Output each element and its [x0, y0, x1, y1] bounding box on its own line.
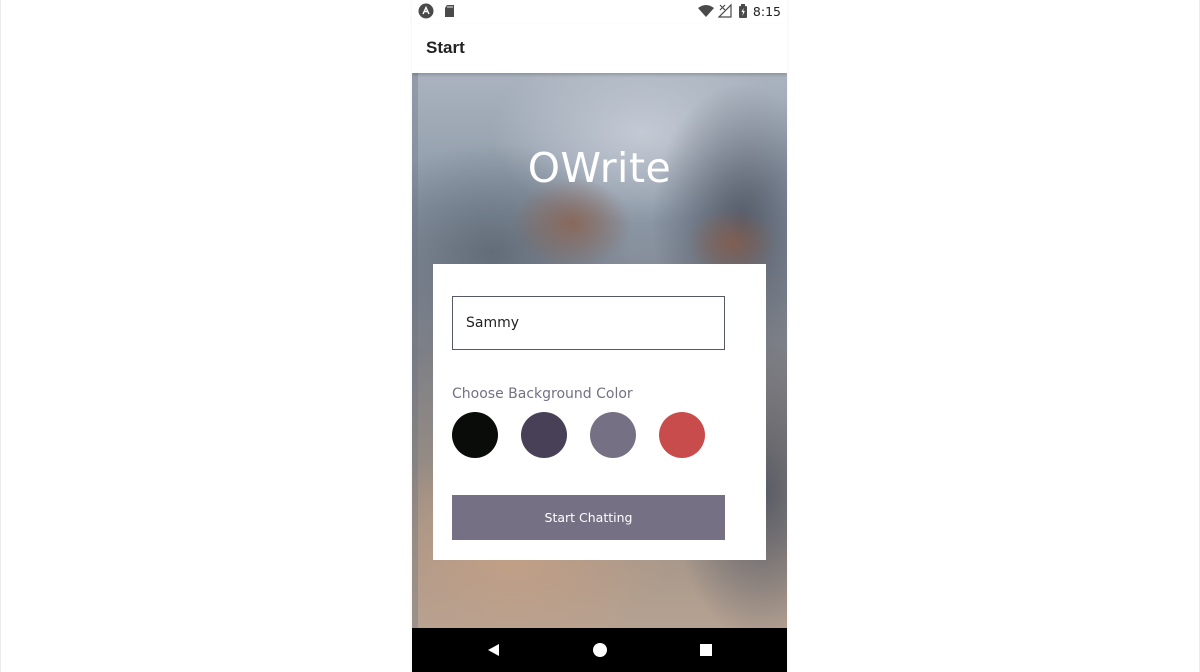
- app-notification-icon: [418, 3, 434, 19]
- status-time: 8:15: [752, 4, 781, 19]
- navigation-bar: [412, 628, 787, 672]
- screen: 8:15 Start OWrite Sammy Choose Backgroun…: [0, 0, 1200, 672]
- color-swatch-red[interactable]: [659, 412, 705, 458]
- color-swatch-gray[interactable]: [590, 412, 636, 458]
- battery-charging-icon: [738, 3, 748, 19]
- start-chatting-button[interactable]: Start Chatting: [452, 495, 725, 540]
- phone-frame: 8:15 Start OWrite Sammy Choose Backgroun…: [412, 0, 787, 672]
- recents-button[interactable]: [676, 628, 736, 672]
- wifi-icon: [697, 3, 715, 19]
- sd-card-icon: [442, 3, 458, 19]
- home-button[interactable]: [570, 628, 630, 672]
- back-button[interactable]: [464, 628, 524, 672]
- action-bar: Start: [412, 24, 787, 73]
- color-swatch-dark-purple[interactable]: [521, 412, 567, 458]
- status-bar: 8:15: [412, 0, 787, 24]
- screen-title: Start: [426, 38, 465, 57]
- left-divider: [0, 0, 1, 672]
- back-icon: [488, 644, 499, 656]
- start-form-card: Choose Background Color Start Chatting: [433, 264, 766, 560]
- app-title: OWrite: [527, 144, 672, 192]
- name-input[interactable]: [452, 296, 725, 350]
- no-signal-icon: [717, 3, 732, 19]
- recents-icon: [700, 644, 712, 656]
- home-icon: [593, 643, 607, 657]
- color-choice-label: Choose Background Color: [452, 386, 633, 402]
- color-swatch-black[interactable]: [452, 412, 498, 458]
